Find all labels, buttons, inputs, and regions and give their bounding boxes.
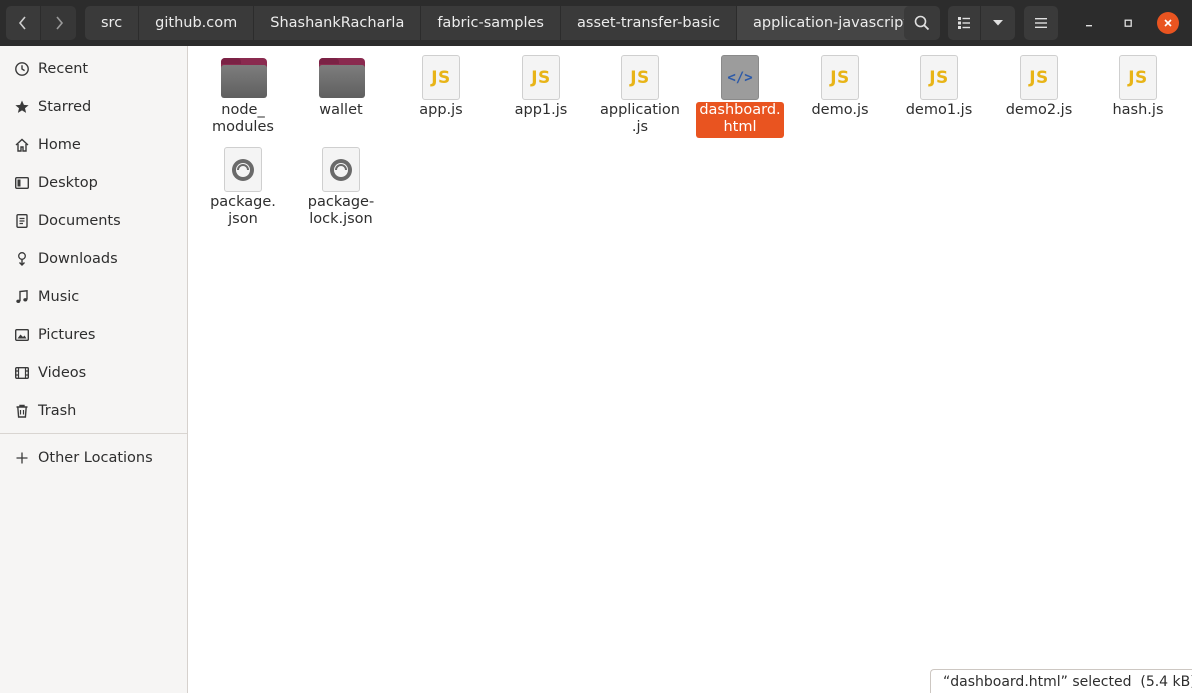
javascript-file-icon: JS [1114,54,1162,102]
sidebar-item-pictures[interactable]: Pictures [0,317,187,353]
search-icon [914,15,930,31]
search-button[interactable] [904,6,940,40]
document-icon [14,213,30,229]
file-grid: node_ modules wallet JS app.js JS app1.j… [189,46,1192,693]
javascript-file-icon: JS [915,54,963,102]
file-item-dashboard-html[interactable]: </> dashboard. html [690,54,790,138]
breadcrumb-item[interactable]: src [85,6,139,40]
sidebar-item-label: Trash [38,403,77,419]
file-label: application .js [600,102,680,135]
sidebar-item-videos[interactable]: Videos [0,355,187,391]
chevron-right-icon [55,16,63,30]
selection-status: “dashboard.html” selected (5.4 kB) [930,669,1192,693]
sidebar-item-desktop[interactable]: Desktop [0,165,187,201]
minimize-icon [1086,25,1092,27]
sidebar-item-label: Pictures [38,327,96,343]
trash-icon [14,403,30,419]
sidebar-item-label: Desktop [38,175,98,191]
clock-icon [14,61,30,77]
file-item-demo1-js[interactable]: JS demo1.js [889,54,989,121]
sidebar-item-label: Music [38,289,80,305]
maximize-button[interactable] [1116,11,1140,35]
sidebar-item-music[interactable]: Music [0,279,187,315]
star-icon [14,99,30,115]
sidebar: Recent Starred Home Desktop Documents Do… [0,46,188,693]
maximize-icon [1124,19,1132,27]
folder-icon [317,54,365,102]
sidebar-item-other-locations[interactable]: Other Locations [0,440,187,476]
back-button[interactable] [6,6,40,40]
file-item-demo2-js[interactable]: JS demo2.js [989,54,1089,121]
file-item-hash-js[interactable]: JS hash.js [1088,54,1188,121]
breadcrumb: src github.com ShashankRacharla fabric-s… [85,6,940,40]
file-label: package. json [210,194,276,227]
file-item-node-modules[interactable]: node_ modules [193,54,293,138]
file-item-app1-js[interactable]: JS app1.js [491,54,591,121]
video-icon [14,365,30,381]
chevron-down-icon [993,20,1003,26]
music-icon [14,289,30,305]
file-label: demo.js [811,102,869,118]
file-label: wallet [319,102,363,118]
file-label: app1.js [514,102,568,118]
folder-icon [219,54,267,102]
file-label: app.js [419,102,463,118]
sidebar-item-label: Starred [38,99,92,115]
file-item-demo-js[interactable]: JS demo.js [790,54,890,121]
file-label: package- lock.json [307,194,375,227]
close-icon [1164,19,1172,27]
sidebar-item-documents[interactable]: Documents [0,203,187,239]
file-item-package-json[interactable]: package. json [193,146,293,230]
list-view-icon [958,17,970,29]
sidebar-item-trash[interactable]: Trash [0,393,187,429]
home-icon [14,137,30,153]
close-button[interactable] [1157,12,1179,34]
desktop-icon [14,175,30,191]
menu-button[interactable] [1024,6,1058,40]
breadcrumb-item[interactable]: ShashankRacharla [254,6,421,40]
view-options-button[interactable] [981,6,1015,40]
sidebar-item-starred[interactable]: Starred [0,89,187,125]
sidebar-item-label: Downloads [38,251,118,267]
sidebar-item-label: Home [38,137,81,153]
sidebar-item-downloads[interactable]: Downloads [0,241,187,277]
file-label: dashboard. html [696,102,784,138]
header-bar: src github.com ShashankRacharla fabric-s… [0,0,1192,46]
json-file-icon [317,146,365,194]
sidebar-separator [0,433,187,434]
javascript-file-icon: JS [417,54,465,102]
file-label: demo2.js [1005,102,1073,118]
html-file-icon: </> [716,54,764,102]
forward-button[interactable] [41,6,76,40]
breadcrumb-current-label: application-javascript [753,15,910,31]
json-file-icon [219,146,267,194]
sidebar-item-label: Other Locations [38,450,153,466]
hamburger-icon [1035,18,1047,28]
plus-icon [14,450,30,466]
sidebar-item-label: Recent [38,61,89,77]
javascript-file-icon: JS [816,54,864,102]
sidebar-item-label: Videos [38,365,87,381]
sidebar-item-recent[interactable]: Recent [0,51,187,87]
sidebar-item-home[interactable]: Home [0,127,187,163]
file-label: demo1.js [905,102,973,118]
javascript-file-icon: JS [517,54,565,102]
javascript-file-icon: JS [616,54,664,102]
file-item-application-js[interactable]: JS application .js [590,54,690,138]
chevron-left-icon [18,16,26,30]
file-label: hash.js [1112,102,1164,118]
breadcrumb-item[interactable]: github.com [139,6,254,40]
picture-icon [14,327,30,343]
file-label: node_ modules [212,102,274,135]
file-item-wallet[interactable]: wallet [291,54,391,121]
breadcrumb-item[interactable]: asset-transfer-basic [561,6,737,40]
view-list-button[interactable] [948,6,980,40]
breadcrumb-item[interactable]: fabric-samples [421,6,560,40]
sidebar-item-label: Documents [38,213,121,229]
download-icon [14,251,30,267]
file-item-app-js[interactable]: JS app.js [391,54,491,121]
file-item-package-lock-json[interactable]: package- lock.json [291,146,391,230]
minimize-button[interactable] [1077,11,1101,35]
javascript-file-icon: JS [1015,54,1063,102]
